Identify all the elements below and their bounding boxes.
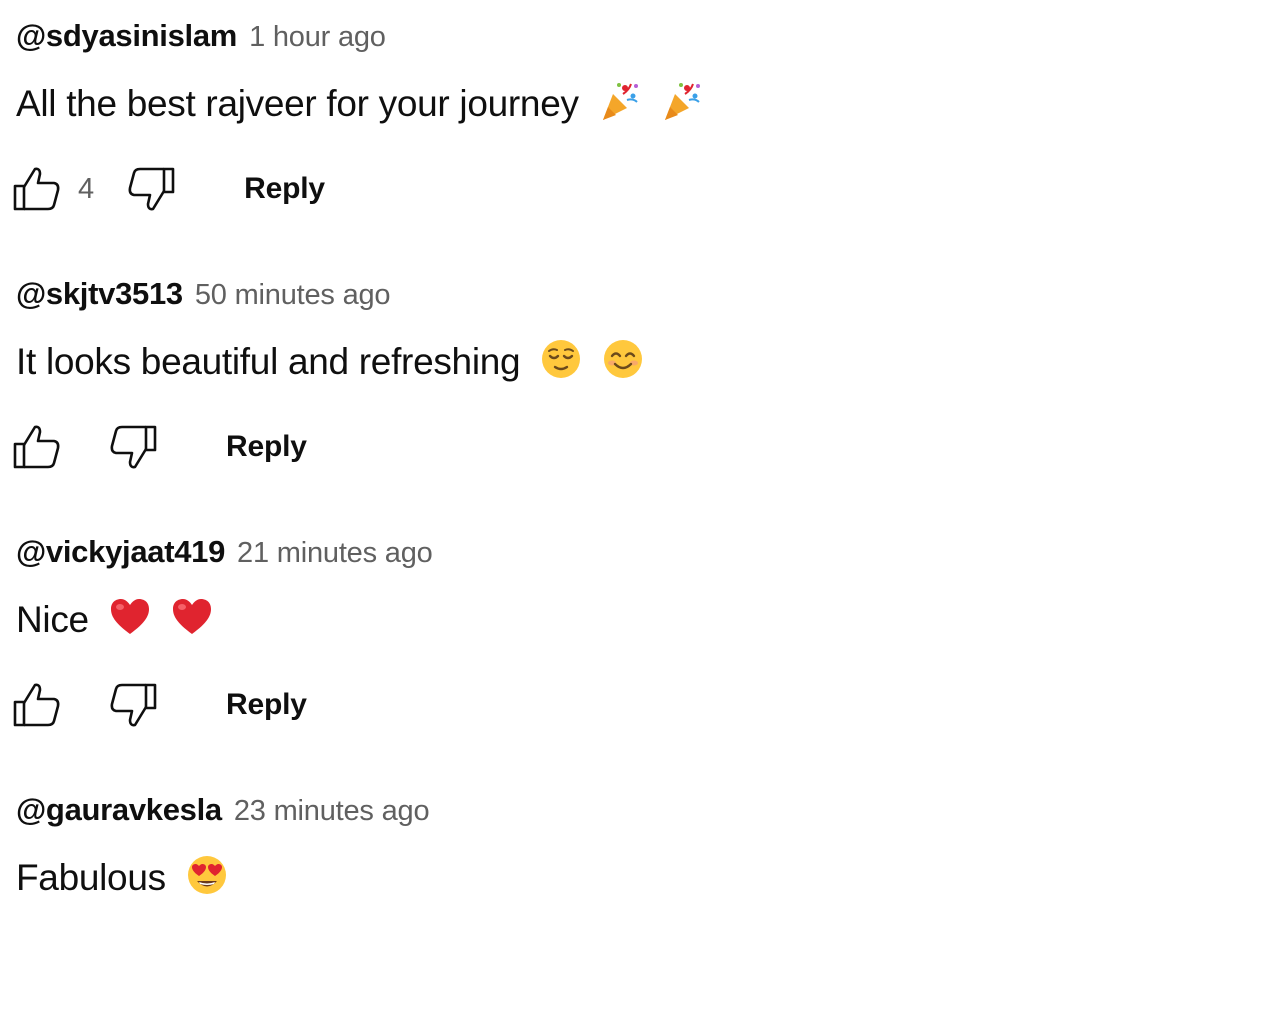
thumbs-up-icon [13, 167, 60, 211]
dislike-button[interactable] [106, 420, 160, 474]
comment-thread: @skjtv3513 50 minutes ago It looks beaut… [0, 258, 1280, 508]
comment-author[interactable]: @sdyasinislam [16, 18, 237, 54]
comment-timestamp[interactable]: 23 minutes ago [234, 795, 430, 828]
heart-eyes-emoji [186, 854, 228, 896]
comment-header: @sdyasinislam 1 hour ago [16, 18, 386, 58]
comment-actions: Reply [10, 676, 307, 734]
comment-text: Nice [16, 594, 213, 646]
comment-text: All the best rajveer for your journey [16, 78, 703, 130]
comment-actions: 4 Reply [10, 160, 325, 218]
reply-button[interactable]: Reply [226, 688, 307, 722]
red-heart-emoji [109, 596, 151, 638]
comment-timestamp[interactable]: 50 minutes ago [195, 279, 391, 312]
comment-body: It looks beautiful and refreshing [16, 341, 521, 382]
comment-actions: Reply [10, 418, 307, 476]
red-heart-emoji [171, 596, 213, 638]
relieved-face-emoji [540, 338, 582, 380]
comment-thread: @vickyjaat419 21 minutes ago Nice Reply [0, 516, 1280, 766]
comment-text: It looks beautiful and refreshing [16, 336, 644, 388]
thumbs-up-icon [13, 425, 60, 469]
dislike-button[interactable] [124, 162, 178, 216]
comment-thread: @gauravkesla 23 minutes ago Fabulous [0, 774, 1280, 1024]
comment-body: Fabulous [16, 857, 166, 898]
comment-author[interactable]: @vickyjaat419 [16, 534, 225, 570]
comment-timestamp[interactable]: 21 minutes ago [237, 537, 433, 570]
thumbs-down-icon [110, 425, 157, 469]
comment-body: Nice [16, 599, 89, 640]
comment-header: @gauravkesla 23 minutes ago [16, 792, 430, 832]
comment-author[interactable]: @gauravkesla [16, 792, 222, 828]
comment-header: @vickyjaat419 21 minutes ago [16, 534, 433, 574]
party-popper-emoji [661, 80, 703, 122]
dislike-button[interactable] [106, 678, 160, 732]
comment-text: Fabulous [16, 852, 228, 904]
comment-thread: @sdyasinislam 1 hour ago All the best ra… [0, 0, 1280, 250]
like-count: 4 [78, 172, 95, 205]
like-button[interactable] [10, 678, 64, 732]
comment-header: @skjtv3513 50 minutes ago [16, 276, 391, 316]
party-popper-emoji [599, 80, 641, 122]
comment-timestamp[interactable]: 1 hour ago [249, 21, 386, 54]
smiling-face-emoji [602, 338, 644, 380]
comment-author[interactable]: @skjtv3513 [16, 276, 183, 312]
like-button[interactable] [10, 162, 64, 216]
comment-body: All the best rajveer for your journey [16, 83, 579, 124]
thumbs-down-icon [128, 167, 175, 211]
like-button[interactable] [10, 420, 64, 474]
reply-button[interactable]: Reply [226, 430, 307, 464]
reply-button[interactable]: Reply [244, 172, 325, 206]
thumbs-down-icon [110, 683, 157, 727]
thumbs-up-icon [13, 683, 60, 727]
